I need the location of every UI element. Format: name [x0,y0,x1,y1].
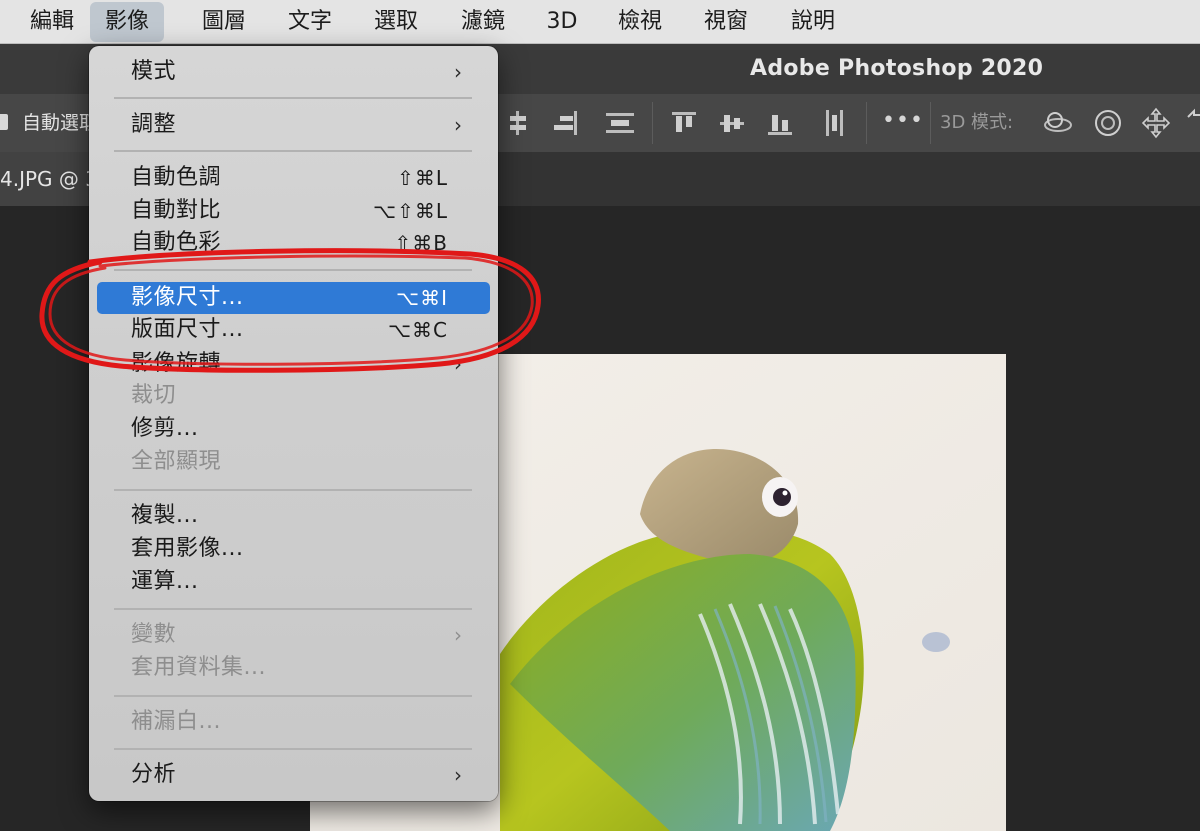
menu-item-label: 調整 [131,112,177,137]
menu-3d[interactable]: 3D [530,0,594,44]
menu-window[interactable]: 視窗 [688,0,764,44]
menu-help[interactable]: 說明 [775,0,851,44]
menu-item-image-rotation[interactable]: 影像旋轉 › [97,348,490,380]
menu-item-label: 補漏白... [131,709,221,734]
separator [930,102,931,144]
menu-item-mode[interactable]: 模式 › [97,56,490,88]
rotate-3d-icon[interactable] [1092,107,1124,139]
menu-item-shortcut: ⇧⌘L [397,166,448,190]
menu-item-label: 版面尺寸... [131,317,244,342]
submenu-arrow-icon: › [454,60,462,84]
auto-select-label: 自動選取 [22,112,99,134]
menu-filter[interactable]: 濾鏡 [445,0,521,44]
submenu-arrow-icon: › [454,113,462,137]
menu-item-shortcut: ⌥⌘I [396,286,448,310]
menu-item-crop: 裁切 [97,380,490,412]
menu-item-shortcut: ⌥⇧⌘L [373,199,448,223]
menu-separator [114,695,472,697]
menu-type[interactable]: 文字 [272,0,348,44]
menu-view[interactable]: 檢視 [602,0,678,44]
image-menu-dropdown: 模式 › 調整 › 自動色調 ⇧⌘L 自動對比 ⌥⇧⌘L 自動色彩 ⇧⌘B 影像… [89,46,498,801]
menu-item-label: 套用資料集... [131,655,266,680]
menu-item-variables: 變數 › [97,619,490,651]
align-vcenter-icon[interactable] [502,107,534,139]
submenu-arrow-icon: › [454,352,462,376]
menu-item-image-size[interactable]: 影像尺寸... ⌥⌘I [97,282,490,314]
menu-separator [114,608,472,610]
menu-separator [114,97,472,99]
pan-3d-icon[interactable] [1140,107,1172,139]
separator [652,102,653,144]
more-icon[interactable]: ••• [882,108,924,133]
menu-separator [114,489,472,491]
distribute-vertical-icon[interactable] [604,107,636,139]
menu-item-label: 分析 [131,762,177,787]
menu-item-duplicate[interactable]: 複製... [97,500,490,532]
menu-item-trim[interactable]: 修剪... [97,413,490,445]
menu-item-apply-image[interactable]: 套用影像... [97,533,490,565]
menu-separator [114,269,472,271]
menu-item-auto-color[interactable]: 自動色彩 ⇧⌘B [97,227,490,259]
menu-item-trap: 補漏白... [97,706,490,738]
menubar: 編輯 影像 圖層 文字 選取 濾鏡 3D 檢視 視窗 說明 [0,0,1200,44]
menu-item-adjustments[interactable]: 調整 › [97,109,490,141]
align-right-icon[interactable] [548,107,580,139]
menu-separator [114,748,472,750]
slide-3d-icon[interactable] [1184,107,1200,139]
menu-item-calculations[interactable]: 運算... [97,566,490,598]
menu-item-analysis[interactable]: 分析 › [97,759,490,791]
menu-item-reveal-all: 全部顯現 [97,446,490,478]
menu-item-apply-data-set: 套用資料集... [97,652,490,684]
window-title: Adobe Photoshop 2020 [750,56,1044,81]
menu-item-label: 變數 [131,622,177,647]
separator [866,102,867,144]
menu-image[interactable]: 影像 [90,2,164,42]
menu-item-auto-contrast[interactable]: 自動對比 ⌥⇧⌘L [97,195,490,227]
submenu-arrow-icon: › [454,763,462,787]
menu-item-label: 複製... [131,503,199,528]
menu-item-shortcut: ⌥⌘C [387,318,448,342]
menu-select[interactable]: 選取 [358,0,434,44]
menu-item-label: 裁切 [131,383,177,408]
menu-item-canvas-size[interactable]: 版面尺寸... ⌥⌘C [97,314,490,346]
menu-item-label: 自動色彩 [131,230,222,255]
menu-item-auto-tone[interactable]: 自動色調 ⇧⌘L [97,162,490,194]
menu-item-label: 套用影像... [131,536,244,561]
menu-separator [114,150,472,152]
auto-select-checkbox[interactable] [0,114,8,130]
menu-item-shortcut: ⇧⌘B [394,231,448,255]
menu-item-label: 模式 [131,59,177,84]
menu-item-label: 影像尺寸... [131,285,244,310]
mode-3d-label: 3D 模式: [940,112,1014,133]
align-top-icon[interactable] [668,107,700,139]
align-middle-icon[interactable] [716,107,748,139]
align-bottom-icon[interactable] [764,107,796,139]
menu-item-label: 自動色調 [131,165,222,190]
menu-item-label: 全部顯現 [131,449,222,474]
distribute-horizontal-icon[interactable] [818,107,850,139]
menu-item-label: 運算... [131,569,199,594]
menu-item-label: 修剪... [131,416,199,441]
submenu-arrow-icon: › [454,623,462,647]
menu-item-label: 自動對比 [131,198,222,223]
menu-item-label: 影像旋轉 [131,351,222,376]
orbit-3d-icon[interactable] [1042,107,1074,139]
menu-edit[interactable]: 編輯 [14,0,90,44]
menu-layer[interactable]: 圖層 [186,0,262,44]
